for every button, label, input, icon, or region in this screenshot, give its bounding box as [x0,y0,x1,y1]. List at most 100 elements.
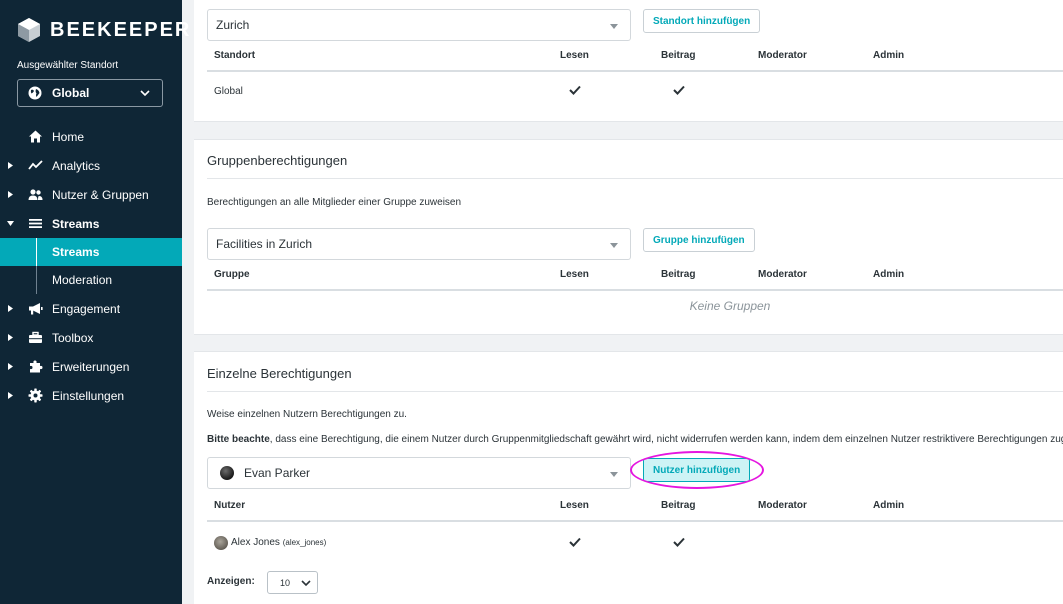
location-permissions-panel: Zurich Standort hinzufügen Standort Lese… [194,0,1063,122]
caret-right-icon [8,191,13,198]
sidebar-item-label: Engagement [52,301,121,316]
sidebar-item-toolbox[interactable]: Toolbox [0,323,182,352]
toolbox-icon [29,331,42,343]
analytics-icon [28,160,43,170]
submenu-rail [36,266,37,294]
page-size-select[interactable]: 10 [267,571,318,594]
group-select-input[interactable]: Facilities in Zurich [207,228,631,260]
sidebar-item-settings[interactable]: Einstellungen [0,381,182,410]
sidebar-subitem-streams[interactable]: Streams [0,238,182,266]
highlight-annotation [630,451,764,489]
user-panel-description: Weise einzelnen Nutzern Berechtigungen z… [207,409,407,420]
sidebar-item-label: Streams [52,216,100,231]
column-header-read: Lesen [560,269,589,280]
user-select-value: Evan Parker [244,466,311,480]
page-size-label: Anzeigen: [207,576,255,587]
sidebar-item-label: Home [52,129,85,144]
caret-right-icon [8,305,13,312]
user-select-input[interactable]: Evan Parker [207,457,631,489]
submenu-rail [36,238,37,266]
column-header-moderator: Moderator [758,269,807,280]
megaphone-icon [29,303,43,315]
sidebar-item-extensions[interactable]: Erweiterungen [0,352,182,381]
sidebar-item-label: Nutzer & Gruppen [52,187,149,202]
streams-icon [29,219,42,228]
brand-name: BEEKEEPER [50,18,192,41]
caret-right-icon [8,334,13,341]
sidebar-item-users-groups[interactable]: Nutzer & Gruppen [0,180,182,209]
gear-icon [28,388,43,403]
location-select[interactable]: Global [17,79,163,107]
user-panel-note: Bitte beachte, dass eine Berechtigung, d… [207,434,1063,445]
location-label: Ausgewählter Standort [17,60,119,71]
sidebar-item-label: Toolbox [52,330,94,345]
add-location-button[interactable]: Standort hinzufügen [643,9,761,33]
user-permissions-panel: Einzelne Berechtigungen Weise einzelnen … [194,351,1063,604]
column-header-post: Beitrag [661,269,696,280]
sidebar-item-engagement[interactable]: Engagement [0,294,182,323]
user-panel-note-text: , dass eine Berechtigung, die einem Nutz… [269,434,1063,445]
read-checkmark-icon[interactable] [569,85,581,95]
location-select-value: Zurich [216,18,250,32]
caret-down-icon [610,24,618,29]
column-header-post: Beitrag [661,50,696,61]
user-panel-note-bold: Bitte beachte [207,434,270,445]
sidebar-subitem-label: Moderation [52,273,113,287]
user-display-name: Alex Jones [231,537,280,548]
empty-groups-message: Keine Gruppen [689,299,771,313]
group-panel-description: Berechtigungen an alle Mitglieder einer … [207,197,462,208]
user-name: Alex Jones (alex_jones) [231,537,326,548]
column-header-moderator: Moderator [758,50,807,61]
sidebar-subitem-label: Streams [52,245,100,259]
add-group-button[interactable]: Gruppe hinzufügen [643,228,755,252]
column-header-user: Nutzer [214,500,246,511]
chevron-down-icon [140,90,150,97]
sidebar: BEEKEEPER Ausgewählter Standort Global H… [0,0,189,604]
table-header-divider [207,520,1063,522]
chevron-down-icon [301,580,311,587]
table-header-divider [207,70,1063,72]
column-header-location: Standort [214,50,256,61]
caret-down-icon [610,243,618,248]
sidebar-item-streams[interactable]: Streams [0,209,182,238]
users-icon [28,189,43,200]
table-header-divider [207,289,1063,291]
home-icon [29,130,42,143]
sidebar-item-home[interactable]: Home [0,122,182,151]
group-permissions-panel: Gruppenberechtigungen Berechtigungen an … [194,139,1063,335]
column-header-read: Lesen [560,500,589,511]
group-select-value: Facilities in Zurich [216,237,313,251]
puzzle-icon [30,360,43,373]
user-username: (alex_jones) [282,538,327,547]
sidebar-item-label: Erweiterungen [52,359,130,374]
sidebar-item-analytics[interactable]: Analytics [0,151,182,180]
caret-right-icon [8,162,13,169]
location-select-input[interactable]: Zurich [207,9,631,41]
column-header-admin: Admin [873,50,905,61]
user-avatar [214,536,228,550]
sidebar-item-label: Analytics [52,158,101,173]
location-value: Global [52,86,90,100]
post-checkmark-icon[interactable] [673,85,685,95]
sidebar-subitem-moderation[interactable]: Moderation [0,266,182,294]
column-header-moderator: Moderator [758,500,807,511]
panel-title-divider [207,391,1063,392]
panel-title-divider [207,178,1063,179]
caret-right-icon [8,392,13,399]
post-checkmark-icon[interactable] [673,537,685,547]
user-avatar [220,466,234,480]
user-panel-title: Einzelne Berechtigungen [207,366,352,381]
group-panel-title: Gruppenberechtigungen [207,153,348,168]
sidebar-item-label: Einstellungen [52,388,125,403]
sidebar-nav: Home Analytics Nutzer & Gruppen Streams [0,122,182,410]
read-checkmark-icon[interactable] [569,537,581,547]
column-header-read: Lesen [560,50,589,61]
caret-down-icon [7,221,14,226]
column-header-admin: Admin [873,269,905,280]
beekeeper-logo-icon [18,18,40,42]
caret-down-icon [610,472,618,477]
page-size-value: 10 [280,577,291,588]
globe-icon [28,86,42,100]
column-header-post: Beitrag [661,500,696,511]
logo[interactable]: BEEKEEPER [17,16,191,44]
